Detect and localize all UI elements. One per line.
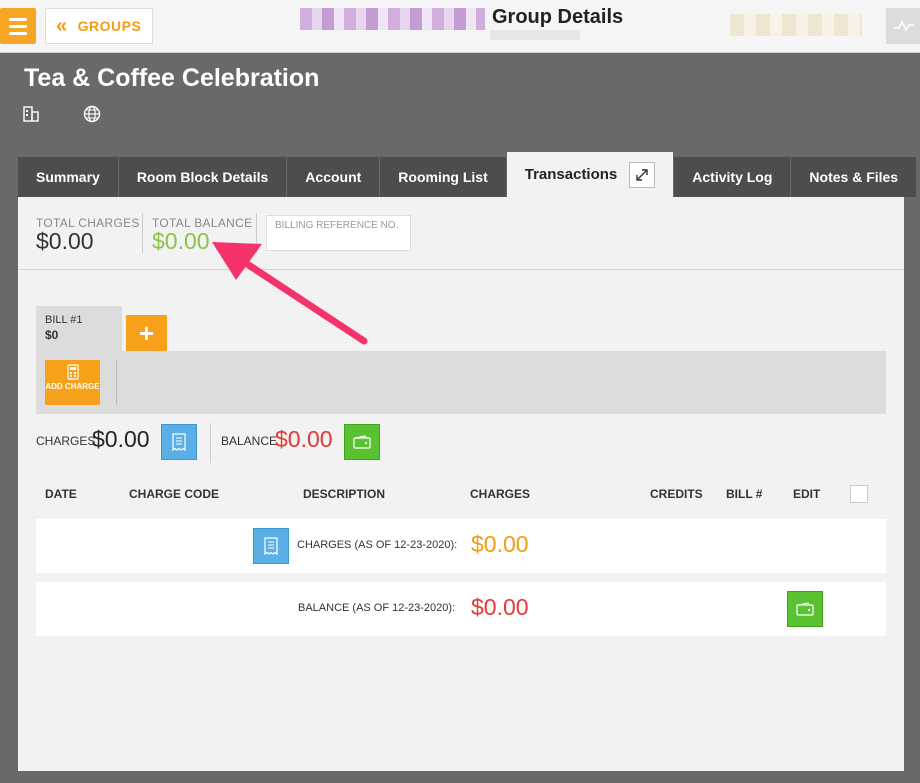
receipt-icon bbox=[172, 433, 186, 451]
tab-transactions-label: Transactions bbox=[524, 166, 618, 183]
billing-reference-field[interactable]: BILLING REFERENCE NO. bbox=[266, 215, 411, 251]
groups-label: GROUPS bbox=[77, 18, 142, 34]
charges-label: CHARGES bbox=[36, 434, 96, 448]
menu-line bbox=[9, 17, 27, 21]
column-header-charges: CHARGES bbox=[470, 487, 531, 501]
divider bbox=[142, 213, 143, 253]
bill-tab-label: BILL #1 bbox=[45, 314, 83, 326]
column-header-date: DATE bbox=[45, 487, 77, 501]
expand-icon bbox=[636, 168, 648, 181]
calculator-icon bbox=[66, 364, 79, 380]
charges-value: $0.00 bbox=[92, 426, 150, 452]
divider bbox=[210, 423, 211, 463]
row-charges-amount: $0.00 bbox=[471, 531, 529, 557]
divider bbox=[18, 269, 904, 270]
add-bill-button[interactable]: + bbox=[126, 315, 167, 351]
divider bbox=[256, 213, 257, 253]
back-to-groups-button[interactable]: « GROUPS bbox=[45, 8, 153, 44]
tab-activity-log[interactable]: Activity Log bbox=[674, 157, 792, 197]
group-tabs: Summary Room Block Details Account Roomi… bbox=[18, 152, 918, 197]
blurred-property-name bbox=[300, 8, 485, 30]
table-row: CHARGES (AS OF 12-23-2020): $0.00 bbox=[36, 519, 886, 573]
charges-receipt-button[interactable] bbox=[161, 424, 197, 460]
column-header-bill-number: BILL # bbox=[726, 487, 763, 501]
balance-wallet-button[interactable] bbox=[787, 591, 823, 627]
wallet-icon bbox=[353, 435, 371, 449]
tab-summary[interactable]: Summary bbox=[18, 157, 119, 197]
tab-rooming-list[interactable]: Rooming List bbox=[380, 157, 507, 197]
page-title: Group Details bbox=[492, 6, 624, 28]
add-charge-button[interactable]: ADD CHARGE bbox=[45, 360, 100, 405]
menu-line bbox=[9, 31, 27, 35]
tab-transactions[interactable]: Transactions bbox=[506, 152, 675, 197]
tab-room-block-details[interactable]: Room Block Details bbox=[118, 157, 288, 197]
bill-tab-amount: $0 bbox=[45, 328, 59, 342]
wallet-icon bbox=[796, 602, 814, 616]
bill-tab[interactable]: BILL #1 $0 bbox=[36, 306, 122, 351]
tab-account[interactable]: Account bbox=[287, 157, 381, 197]
row-balance-label: BALANCE (AS OF 12-23-2020): bbox=[298, 602, 456, 614]
select-all-checkbox[interactable] bbox=[850, 485, 868, 503]
total-balance-value: $0.00 bbox=[152, 228, 210, 254]
hamburger-menu-button[interactable] bbox=[0, 8, 36, 44]
group-name: Tea & Coffee Celebration bbox=[24, 64, 320, 92]
row-charges-label: CHARGES (AS OF 12-23-2020): bbox=[297, 539, 458, 551]
blurred-subtitle bbox=[490, 30, 580, 40]
table-row: BALANCE (AS OF 12-23-2020): $0.00 bbox=[36, 582, 886, 636]
activity-graph-button[interactable] bbox=[886, 8, 920, 44]
building-icon bbox=[23, 106, 39, 122]
add-charge-label: ADD CHARGE bbox=[45, 382, 100, 391]
globe-icon[interactable] bbox=[82, 104, 102, 124]
column-header-description: DESCRIPTION bbox=[303, 487, 386, 501]
bill-toolbar bbox=[36, 351, 886, 414]
transactions-panel: TOTAL CHARGES $0.00 TOTAL BALANCE $0.00 … bbox=[18, 197, 904, 771]
total-charges-value: $0.00 bbox=[36, 228, 94, 254]
pulse-line-icon bbox=[894, 20, 914, 32]
double-chevron-left-icon: « bbox=[56, 15, 68, 37]
receipt-icon bbox=[264, 537, 278, 555]
column-header-credits: CREDITS bbox=[650, 487, 703, 501]
top-bar: « GROUPS Group Details bbox=[0, 0, 920, 53]
column-header-charge-code: CHARGE CODE bbox=[129, 487, 220, 501]
tab-notes-files[interactable]: Notes & Files bbox=[791, 157, 918, 197]
divider bbox=[116, 360, 117, 405]
column-header-edit: EDIT bbox=[793, 487, 821, 501]
expand-button[interactable] bbox=[629, 161, 656, 188]
balance-value: $0.00 bbox=[275, 426, 333, 452]
row-balance-amount: $0.00 bbox=[471, 594, 529, 620]
balance-wallet-button[interactable] bbox=[344, 424, 380, 460]
charges-receipt-button[interactable] bbox=[253, 528, 289, 564]
menu-line bbox=[9, 24, 27, 28]
blurred-user-info bbox=[730, 14, 862, 36]
balance-label: BALANCE bbox=[221, 434, 278, 448]
